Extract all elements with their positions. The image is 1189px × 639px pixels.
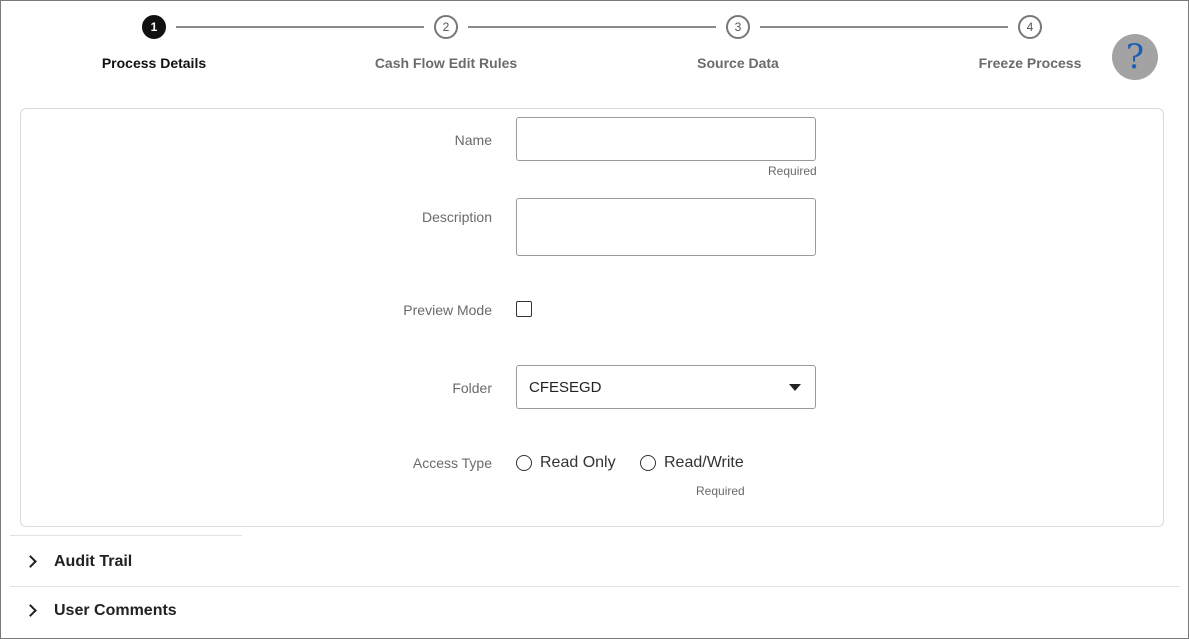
preview-mode-label: Preview Mode: [403, 302, 492, 318]
audit-trail-section[interactable]: Audit Trail: [10, 538, 1180, 586]
access-read-only-label: Read Only: [540, 454, 616, 471]
step-3-label[interactable]: Source Data: [638, 55, 838, 71]
description-textarea[interactable]: [516, 198, 816, 256]
chevron-right-icon: [24, 604, 37, 617]
access-type-label: Access Type: [412, 455, 492, 471]
folder-select-value: CFESEGD: [529, 379, 602, 396]
radio-button: [516, 455, 532, 471]
name-required-hint: Required: [768, 164, 817, 178]
caret-down-icon: [789, 384, 801, 391]
chevron-right-icon: [24, 555, 37, 568]
name-label: Name: [454, 132, 492, 148]
access-read-only-radio[interactable]: Read Only: [516, 454, 626, 474]
folder-select[interactable]: CFESEGD: [516, 365, 816, 409]
step-2-label[interactable]: Cash Flow Edit Rules: [346, 55, 546, 71]
step-connector: [760, 26, 1008, 28]
access-read-write-radio[interactable]: Read/Write: [640, 454, 750, 474]
radio-button: [640, 455, 656, 471]
section-divider: [10, 535, 242, 536]
audit-trail-title: Audit Trail: [54, 553, 133, 570]
folder-label: Folder: [452, 380, 492, 396]
step-4-circle[interactable]: 4: [1018, 15, 1042, 39]
step-connector: [468, 26, 716, 28]
user-comments-section[interactable]: User Comments: [10, 587, 1180, 635]
access-type-required-hint: Required: [696, 484, 745, 498]
help-icon[interactable]: ?: [1112, 34, 1158, 80]
name-input[interactable]: [516, 117, 816, 161]
step-1-label[interactable]: Process Details: [54, 55, 254, 71]
step-connector: [176, 26, 424, 28]
description-label: Description: [421, 209, 492, 225]
step-1-circle[interactable]: 1: [142, 15, 166, 39]
step-2-circle[interactable]: 2: [434, 15, 458, 39]
step-4-label[interactable]: Freeze Process: [930, 55, 1130, 71]
preview-mode-checkbox[interactable]: [516, 301, 532, 317]
access-read-write-label: Read/Write: [664, 454, 744, 471]
process-train: 1 2 3 4 Process Details Cash Flow Edit R…: [0, 0, 1189, 100]
user-comments-title: User Comments: [54, 602, 177, 619]
step-3-circle[interactable]: 3: [726, 15, 750, 39]
